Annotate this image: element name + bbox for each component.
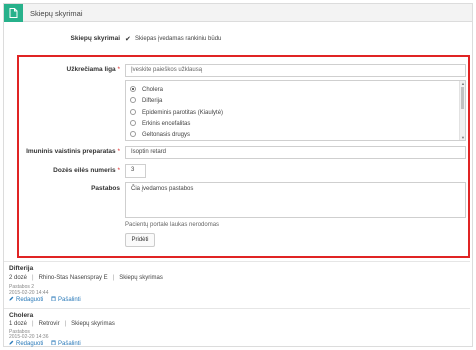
disease-option-label: Erkinis encefalitas (142, 120, 191, 127)
delete-link[interactable]: Pašalinti (51, 340, 81, 347)
disease-list[interactable]: Cholera Difterija Epideminis parotitas (Ki… (125, 80, 466, 141)
disease-list-scrollbar[interactable]: ▲ ▼ (459, 81, 465, 140)
record-disease: Difterija (9, 265, 34, 272)
manual-entry-label: Skiepų skyrimai (70, 35, 121, 42)
drug-label: Imuninis vaistinis preparatas * (26, 148, 120, 155)
trash-icon (51, 340, 56, 345)
dose-number-label: Dozės eilės numeris * (53, 167, 120, 174)
record-actions: Redaguoti Pašalinti (9, 340, 87, 347)
document-icon (4, 4, 23, 22)
notes-textarea[interactable]: Čia įvedamos pastabos (125, 182, 466, 218)
record-disease: Cholera (9, 312, 34, 319)
radio-icon[interactable] (130, 108, 136, 115)
radio-icon[interactable] (130, 131, 136, 138)
record-details: 1 dozė | Retrovir | Skiepų skyrimas (9, 321, 115, 327)
scroll-up-arrow-icon[interactable]: ▲ (460, 81, 465, 86)
edit-link[interactable]: Redaguoti (9, 341, 43, 347)
disease-option[interactable]: Geltonasis drugys (130, 130, 190, 140)
radio-icon[interactable] (130, 119, 136, 126)
divider (4, 261, 470, 262)
dose-number-input[interactable]: 3 (125, 164, 146, 178)
scroll-down-arrow-icon[interactable]: ▼ (460, 135, 465, 140)
record-details: 2 dozė | Rhino-Stas Nasenspray E | Skiepų sk… (9, 275, 163, 281)
notes-hint: Pacientų portale laukas nerodomas (125, 222, 220, 228)
notes-label: Pastabos (91, 185, 120, 192)
scroll-thumb[interactable] (461, 87, 464, 109)
panel-header: Skiepų skyrimai (4, 4, 472, 22)
divider (4, 308, 470, 309)
disease-option-label: Epideminis parotitas (Kiaulytė) (142, 109, 224, 116)
disease-label: Užkrečiama liga * (66, 66, 120, 73)
radio-icon[interactable] (130, 97, 136, 104)
disease-option[interactable]: Erkinis encefalitas (130, 119, 190, 129)
disease-option-label: Cholera (142, 87, 164, 93)
disease-option[interactable]: Cholera (130, 85, 163, 95)
disease-search-input[interactable]: Įveskite paieškos užklausą (125, 64, 466, 77)
manual-entry-checkbox-label: Skiepas įvedamas rankiniu būdu (135, 36, 222, 42)
disease-option-label: Geltonasis drugys (142, 132, 191, 139)
delete-link[interactable]: Pašalinti (51, 296, 81, 303)
manual-entry-checkbox[interactable]: ✔ (125, 36, 132, 43)
radio-icon[interactable] (130, 86, 136, 92)
add-button[interactable]: Pridėti (125, 233, 155, 247)
disease-option[interactable]: Epideminis parotitas (Kiaulytė) (130, 108, 223, 118)
trash-icon (51, 296, 56, 301)
disease-option[interactable]: Difterija (130, 96, 162, 106)
drug-input[interactable]: Isoptin retard (125, 146, 466, 159)
disease-option-label: Difterija (142, 98, 163, 105)
edit-link[interactable]: Redaguoti (9, 297, 43, 303)
pencil-icon (9, 340, 14, 345)
record-actions: Redaguoti Pašalinti (9, 296, 87, 303)
pencil-icon (9, 296, 14, 301)
panel-title: Skiepų skyrimai (30, 9, 83, 18)
